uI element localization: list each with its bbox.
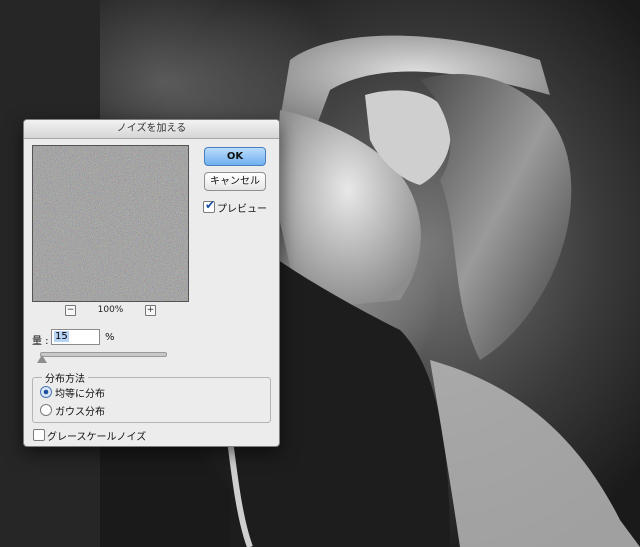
cancel-button[interactable]: キャンセル [204, 172, 266, 191]
grayscale-checkbox[interactable] [33, 429, 45, 441]
ok-button[interactable]: OK [204, 147, 266, 166]
add-noise-dialog: ノイズを加える − 100% + OK キャンセル ✔ プレビュー 量 : 15… [23, 119, 280, 447]
plus-box-icon[interactable]: + [145, 305, 156, 316]
uniform-radio[interactable] [40, 386, 52, 398]
noise-preview-image [33, 146, 188, 301]
grayscale-label: グレースケールノイズ [47, 432, 147, 443]
gaussian-radio[interactable] [40, 404, 52, 416]
amount-slider-track[interactable] [40, 352, 167, 357]
dialog-title[interactable]: ノイズを加える [24, 120, 279, 139]
gaussian-label: ガウス分布 [55, 407, 105, 418]
uniform-label: 均等に分布 [55, 389, 105, 400]
preview-label: プレビュー [217, 204, 267, 215]
preview-zoom-controls: − 100% + [32, 304, 189, 318]
amount-label: 量 : [32, 336, 49, 347]
preview-checkbox[interactable]: ✔ [203, 198, 216, 213]
distribution-title: 分布方法 [42, 370, 88, 385]
amount-value: 15 [54, 331, 69, 342]
noise-preview-pane[interactable] [32, 145, 189, 302]
zoom-level: 100% [97, 305, 124, 315]
amount-unit: % [105, 332, 115, 343]
amount-input[interactable]: 15 [51, 329, 100, 345]
amount-slider-thumb[interactable] [37, 355, 47, 363]
check-icon: ✔ [205, 198, 216, 212]
